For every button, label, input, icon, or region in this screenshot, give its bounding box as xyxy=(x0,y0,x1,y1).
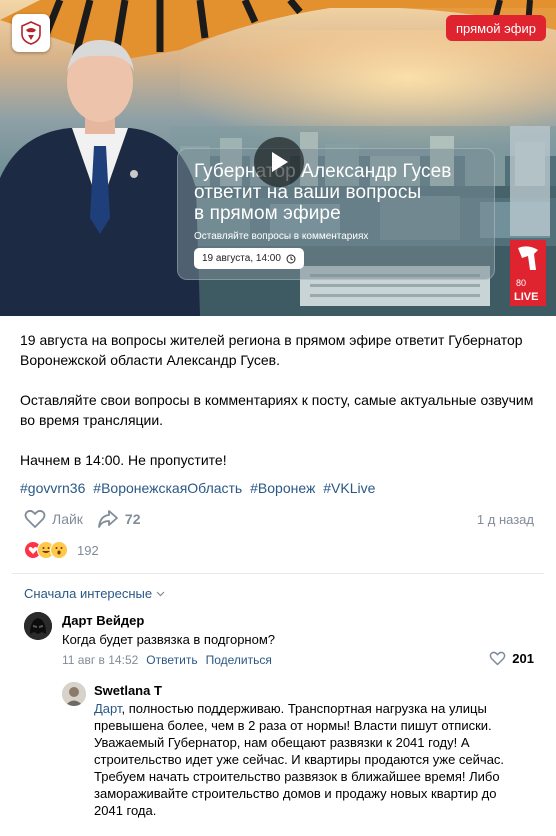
announcement-title: Губернатор Александр Гусев ответит на ва… xyxy=(194,161,452,224)
reaction-count: 192 xyxy=(77,542,99,558)
comment-like-button[interactable]: 201 xyxy=(489,651,534,666)
chevron-down-icon xyxy=(156,591,165,596)
vk-live-logo: 80 LIVE xyxy=(510,240,546,306)
announcement-card: Губернатор Александр Гусев ответит на ва… xyxy=(177,148,495,280)
share-count: 72 xyxy=(124,511,141,527)
reaction-emojis xyxy=(24,541,68,559)
post-text: 19 августа на вопросы жителей региона в … xyxy=(20,330,540,490)
reply-author[interactable]: Swetlana T xyxy=(94,683,524,698)
play-button[interactable] xyxy=(254,137,304,187)
comment-author[interactable]: Дарт Вейдер xyxy=(62,613,275,628)
avatar[interactable] xyxy=(62,682,86,706)
brand-live-text: LIVE xyxy=(514,291,538,303)
live-badge: прямой эфир xyxy=(445,15,546,41)
avatar[interactable] xyxy=(24,612,52,640)
darth-vader-avatar-icon xyxy=(24,612,52,640)
like-button[interactable]: Лайк xyxy=(24,509,83,529)
coat-of-arms-icon xyxy=(21,21,41,45)
comment-like-count: 201 xyxy=(512,651,534,666)
post-actions: Лайк 72 xyxy=(24,508,155,530)
play-icon xyxy=(272,152,288,172)
comment-date[interactable]: 11 авг в 14:52 xyxy=(62,653,138,667)
comments-sort-dropdown[interactable]: Сначала интересные xyxy=(24,586,165,601)
channel-logo[interactable] xyxy=(12,14,50,52)
comment-meta: 11 авг в 14:52 Ответить Поделиться xyxy=(62,653,275,667)
heart-icon xyxy=(489,651,506,666)
reply-body: , полностью поддерживаю. Транспортная на… xyxy=(94,701,505,818)
share-button[interactable]: 72 xyxy=(97,509,141,529)
date-pill: 19 августа, 14:00 xyxy=(194,248,304,269)
reply-text: Дарт, полностью поддерживаю. Транспортна… xyxy=(94,700,524,819)
reply-comment: Swetlana T Дарт, полностью поддерживаю. … xyxy=(94,683,524,819)
reply-button[interactable]: Ответить xyxy=(146,653,197,667)
like-label: Лайк xyxy=(52,511,83,527)
reactions-summary[interactable]: 192 xyxy=(24,541,99,559)
announcement-subtitle: Оставляйте вопросы в комментариях xyxy=(194,231,369,242)
hashtag-link[interactable]: #govvrn36 xyxy=(20,480,85,496)
video-player[interactable]: прямой эфир Губернатор Александр Гусев о… xyxy=(0,0,556,316)
user-photo-icon xyxy=(62,682,86,706)
post-paragraph: 19 августа на вопросы жителей региона в … xyxy=(20,332,523,368)
heart-icon xyxy=(24,509,46,528)
governor-photo xyxy=(0,40,200,316)
hashtag-link[interactable]: #Воронеж xyxy=(250,480,315,496)
comment: Дарт Вейдер Когда будет развязка в подго… xyxy=(62,613,275,667)
clock-icon xyxy=(286,254,296,263)
sort-label: Сначала интересные xyxy=(24,586,153,601)
date-label: 19 августа, 14:00 xyxy=(202,253,281,264)
hashtags: #govvrn36 #ВоронежскаяОбласть #Воронеж #… xyxy=(20,480,379,496)
brand-number: 80 xyxy=(516,278,526,288)
share-icon xyxy=(98,510,118,528)
post-time[interactable]: 1 д назад xyxy=(477,512,534,527)
divider xyxy=(12,573,544,574)
wow-reaction-icon xyxy=(50,541,68,559)
hashtag-link[interactable]: #VKLive xyxy=(323,480,375,496)
post-paragraph: Оставляйте свои вопросы в комментариях к… xyxy=(20,392,534,428)
comment-text: Когда будет развязка в подгорном? xyxy=(62,632,275,647)
share-comment-button[interactable]: Поделиться xyxy=(206,653,272,667)
post-paragraph: Начнем в 14:00. Не пропустите! xyxy=(20,452,227,468)
mention-link[interactable]: Дарт xyxy=(94,701,122,716)
hashtag-link[interactable]: #ВоронежскаяОбласть xyxy=(93,480,242,496)
